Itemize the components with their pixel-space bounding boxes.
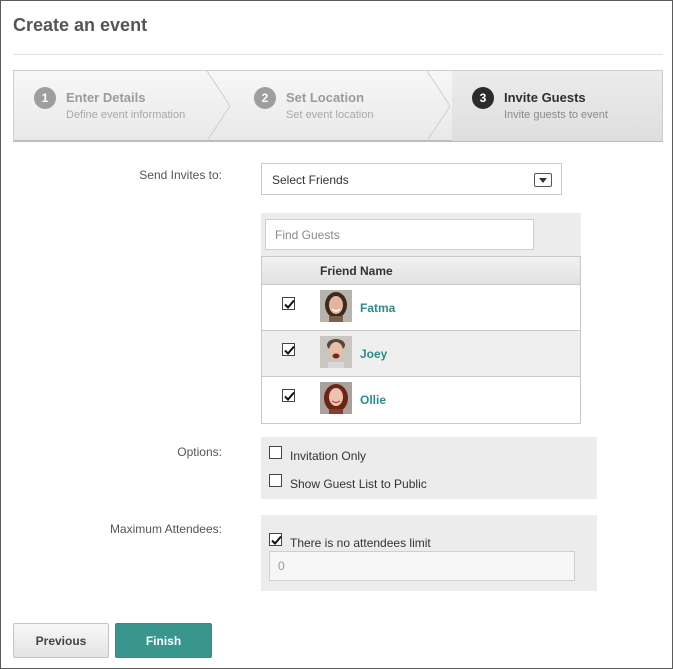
friend-checkbox[interactable] xyxy=(282,389,295,402)
send-invites-select[interactable]: Select Friends xyxy=(261,163,562,195)
avatar xyxy=(320,336,352,368)
step-separator-chevron xyxy=(426,71,451,141)
table-row: Fatma xyxy=(262,285,580,331)
table-header: Friend Name xyxy=(262,257,580,285)
checkmark-icon xyxy=(284,345,295,355)
finish-button[interactable]: Finish xyxy=(115,623,212,658)
checkmark-icon xyxy=(284,391,295,401)
invitation-only-checkbox[interactable] xyxy=(269,446,282,459)
option-label: There is no attendees limit xyxy=(290,536,431,550)
step-number-badge: 2 xyxy=(254,87,276,109)
wizard-steps: 1 Enter Details Define event information… xyxy=(13,70,663,142)
step-title: Set Location xyxy=(286,90,365,105)
friend-name-link[interactable]: Joey xyxy=(360,347,387,361)
step-number-badge: 3 xyxy=(472,87,494,109)
option-label: Show Guest List to Public xyxy=(290,477,427,491)
table-row: Joey xyxy=(262,331,580,377)
step-title: Enter Details xyxy=(66,90,146,105)
step-title: Invite Guests xyxy=(504,90,586,105)
step-subtitle: Invite guests to event xyxy=(504,109,608,121)
step-subtitle: Set event location xyxy=(286,109,374,121)
friend-name-column-header: Friend Name xyxy=(320,264,393,278)
step-subtitle: Define event information xyxy=(66,109,186,121)
wizard-step-enter-details[interactable]: 1 Enter Details Define event information xyxy=(14,71,210,141)
guests-panel: Friend Name Fatma xyxy=(261,213,581,424)
send-invites-label: Send Invites to: xyxy=(139,168,222,182)
max-attendees-panel: There is no attendees limit xyxy=(261,515,597,591)
create-event-window: Create an event 1 Enter Details Define e… xyxy=(0,0,673,669)
table-row: Ollie xyxy=(262,377,580,423)
avatar xyxy=(320,382,352,414)
wizard-step-set-location[interactable]: 2 Set Location Set event location xyxy=(234,71,430,141)
wizard-step-invite-guests[interactable]: 3 Invite Guests Invite guests to event xyxy=(452,71,662,141)
options-panel: Invitation Only Show Guest List to Publi… xyxy=(261,437,597,499)
options-label: Options: xyxy=(177,445,222,459)
show-guest-list-checkbox[interactable] xyxy=(269,474,282,487)
step-number-badge: 1 xyxy=(34,87,56,109)
checkmark-icon xyxy=(271,535,282,545)
friend-checkbox[interactable] xyxy=(282,343,295,356)
no-limit-checkbox[interactable] xyxy=(269,533,282,546)
max-attendees-input[interactable] xyxy=(269,551,575,581)
maximum-attendees-label: Maximum Attendees: xyxy=(109,522,222,536)
avatar xyxy=(320,290,352,322)
checkmark-icon xyxy=(284,299,295,309)
option-label: Invitation Only xyxy=(290,449,367,463)
select-value: Select Friends xyxy=(272,173,349,187)
friend-name-link[interactable]: Ollie xyxy=(360,393,386,407)
previous-button[interactable]: Previous xyxy=(13,623,109,658)
find-guests-input[interactable] xyxy=(265,219,534,250)
friends-table: Friend Name Fatma Joey Ollie xyxy=(261,256,581,424)
friend-name-link[interactable]: Fatma xyxy=(360,301,395,315)
step-separator-chevron xyxy=(206,71,231,141)
page-title: Create an event xyxy=(13,15,148,35)
title-divider xyxy=(13,54,663,55)
chevron-down-icon[interactable] xyxy=(534,173,552,187)
friend-checkbox[interactable] xyxy=(282,297,295,310)
